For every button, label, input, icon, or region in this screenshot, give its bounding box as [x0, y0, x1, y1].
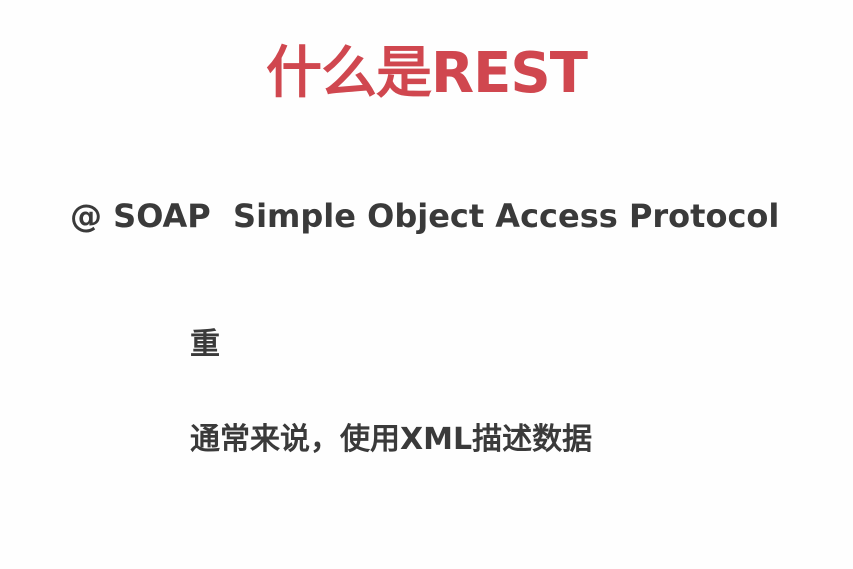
bullet-point-heavy: 重 — [190, 327, 220, 362]
slide: 什么是REST @ SOAP Simple Object Access Prot… — [0, 0, 853, 569]
bullet-point-xml: 通常来说，使用XML描述数据 — [190, 422, 593, 457]
slide-title: 什么是REST — [266, 41, 588, 106]
slide-subtitle: @ SOAP Simple Object Access Protocol — [70, 197, 780, 235]
